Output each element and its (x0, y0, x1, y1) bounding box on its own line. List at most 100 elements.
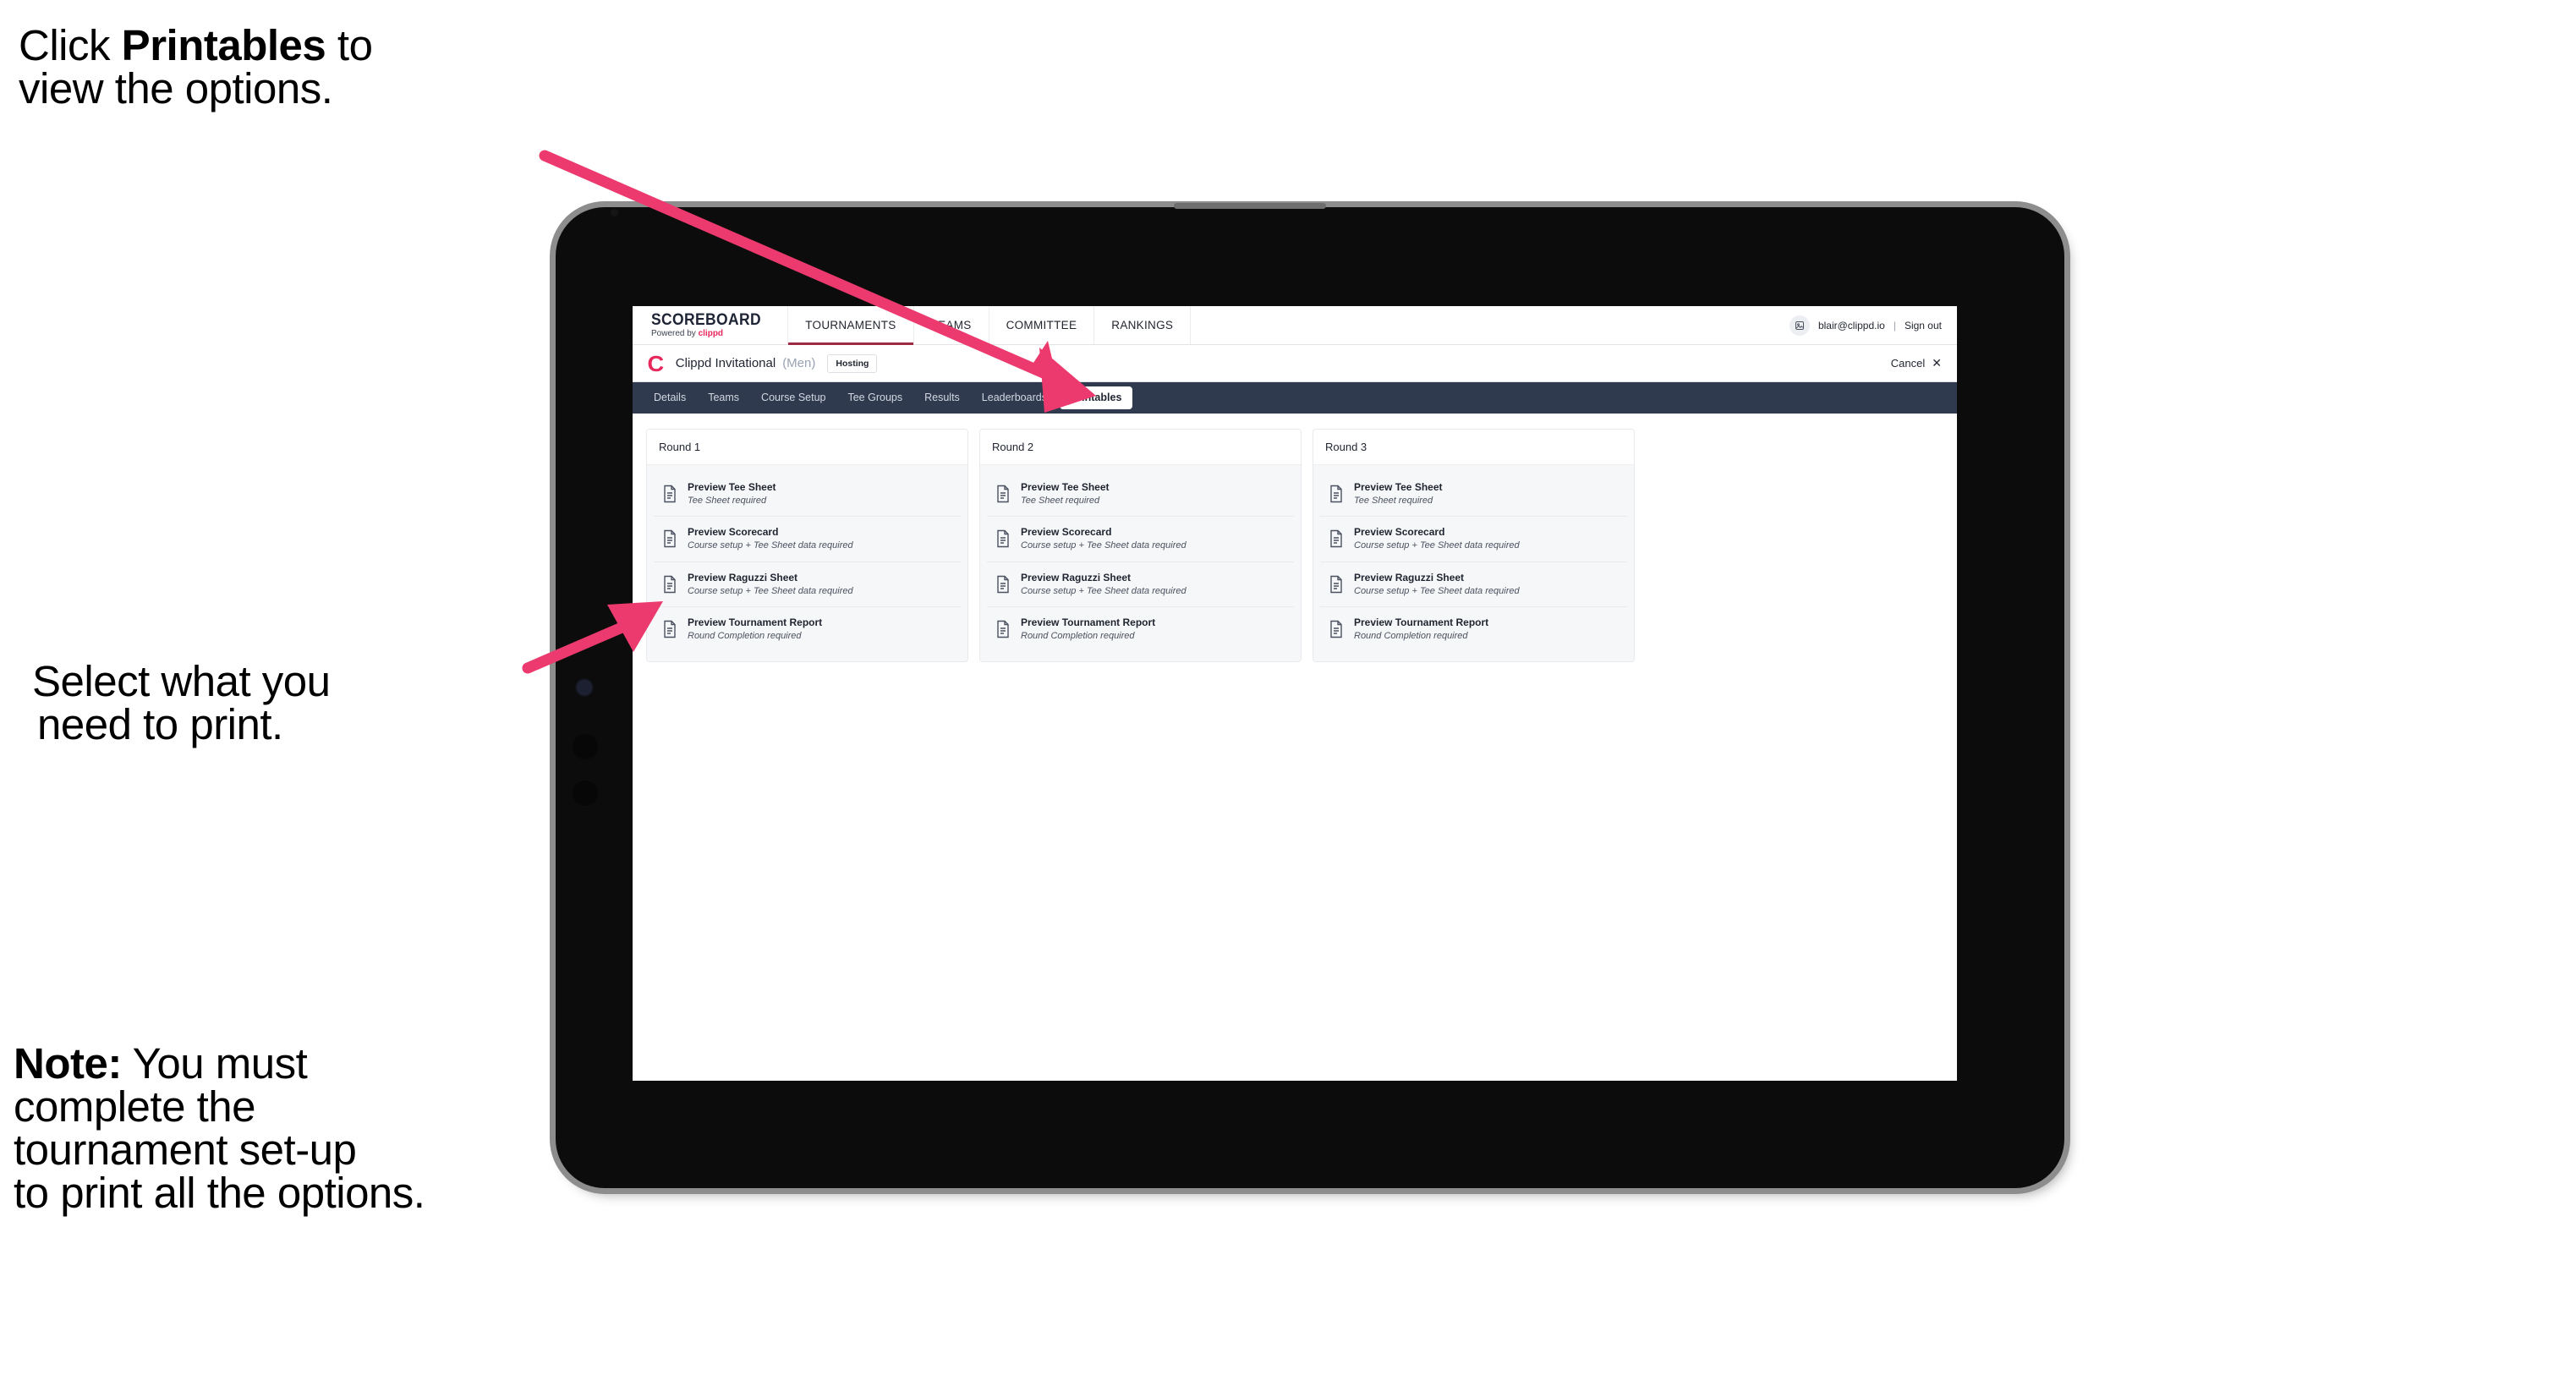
printable-item[interactable]: Preview Tee Sheet Tee Sheet required (654, 472, 961, 518)
annotation-top-pre: Click (19, 21, 122, 69)
printable-item[interactable]: Preview Raguzzi Sheet Course setup + Tee… (987, 562, 1294, 607)
tournament-gender: (Men) (782, 356, 816, 370)
tab-results[interactable]: Results (915, 388, 969, 408)
tablet-button-lower[interactable] (573, 781, 598, 806)
printable-item-title: Preview Scorecard (1021, 526, 1112, 539)
printable-item-title: Preview Raguzzi Sheet (1354, 571, 1465, 583)
nav-item-teams[interactable]: TEAMS (914, 306, 989, 344)
cancel-button[interactable]: Cancel ✕ (1891, 356, 1942, 370)
document-icon (995, 620, 1011, 638)
brand-subtitle: Powered by clippd (651, 330, 770, 338)
nav-item-committee-label: COMMITTEE (1006, 319, 1077, 331)
document-icon (662, 575, 677, 594)
printable-item[interactable]: Preview Tee Sheet Tee Sheet required (1320, 472, 1627, 518)
printable-item[interactable]: Preview Tournament Report Round Completi… (987, 607, 1294, 651)
printable-item-title: Preview Scorecard (1354, 526, 1445, 539)
printable-item-text: Preview Tee Sheet Tee Sheet required (688, 481, 776, 507)
page-root: Click Printables to view the options. Se… (0, 0, 2576, 1386)
annotation-select-print: Select what you need to print. (25, 660, 550, 746)
printable-item-text: Preview Scorecard Course setup + Tee She… (1354, 527, 1520, 551)
printable-item-title: Preview Tournament Report (688, 616, 823, 628)
tab-printables[interactable]: Printables (1059, 386, 1133, 409)
scoreboard-logo: SCOREBOARD Powered by clippd (633, 306, 789, 344)
tab-details-label: Details (654, 392, 687, 404)
printable-item-title: Preview Tee Sheet (1354, 481, 1443, 493)
tablet-top-dot (611, 209, 618, 216)
printable-item-requirement: Tee Sheet required (1021, 496, 1100, 507)
tournament-name: Clippd Invitational (675, 356, 776, 370)
account-area: blair@clippd.io | Sign out (1789, 306, 1957, 344)
nav-item-rankings[interactable]: RANKINGS (1094, 306, 1192, 344)
user-avatar-icon[interactable] (1789, 315, 1810, 336)
printable-item-text: Preview Tee Sheet Tee Sheet required (1021, 481, 1110, 507)
tournament-subheader: C Clippd Invitational (Men) Hosting Canc… (633, 345, 1957, 382)
round-items: Preview Tee Sheet Tee Sheet required Pre… (980, 465, 1301, 662)
annotation-top-bold: Printables (121, 21, 326, 69)
tab-teams[interactable]: Teams (699, 388, 748, 408)
round-column: Round 3 Preview Tee Sheet Tee Sheet requ… (1313, 429, 1635, 663)
annotation-note-rest: You must (121, 1039, 308, 1087)
printable-item-title: Preview Tee Sheet (1021, 481, 1110, 493)
tab-tee-groups-label: Tee Groups (847, 392, 903, 404)
printable-item[interactable]: Preview Tee Sheet Tee Sheet required (987, 472, 1294, 518)
printable-item-requirement: Course setup + Tee Sheet data required (1021, 540, 1187, 551)
printable-item-text: Preview Raguzzi Sheet Course setup + Tee… (1354, 572, 1520, 596)
printable-item[interactable]: Preview Scorecard Course setup + Tee She… (654, 517, 961, 562)
annotation-note-bold: Note: (14, 1039, 122, 1087)
tablet-button-upper[interactable] (573, 734, 598, 759)
annotation-mid-line2: need to print. (37, 700, 283, 748)
annotation-top-post: to (326, 21, 373, 69)
printable-item-requirement: Tee Sheet required (688, 496, 767, 507)
app-screen: SCOREBOARD Powered by clippd TOURNAMENTS… (633, 306, 1957, 1081)
sign-out-link[interactable]: Sign out (1905, 320, 1942, 331)
brand-title: SCOREBOARD (651, 311, 761, 329)
document-icon (1329, 620, 1344, 638)
printable-item-title: Preview Tournament Report (1021, 616, 1156, 628)
round-title: Round 2 (980, 430, 1301, 465)
printable-item[interactable]: Preview Scorecard Course setup + Tee She… (987, 517, 1294, 562)
nav-item-tournaments[interactable]: TOURNAMENTS (788, 306, 914, 345)
tab-course-setup-label: Course Setup (761, 392, 826, 404)
document-icon (1329, 485, 1344, 503)
tab-details[interactable]: Details (644, 388, 695, 408)
printable-item-requirement: Round Completion required (1354, 631, 1468, 642)
tab-course-setup[interactable]: Course Setup (752, 388, 835, 408)
printable-item[interactable]: Preview Raguzzi Sheet Course setup + Tee… (654, 562, 961, 607)
document-icon (662, 529, 677, 548)
top-navigation-bar: SCOREBOARD Powered by clippd TOURNAMENTS… (633, 306, 1957, 345)
printable-item-requirement: Course setup + Tee Sheet data required (688, 585, 853, 596)
document-icon (995, 575, 1011, 594)
document-icon (662, 620, 677, 638)
document-icon (1329, 575, 1344, 594)
printable-item-requirement: Round Completion required (1021, 631, 1135, 642)
printable-item[interactable]: Preview Tournament Report Round Completi… (1320, 607, 1627, 651)
printable-item[interactable]: Preview Scorecard Course setup + Tee She… (1320, 517, 1627, 562)
round-title: Round 1 (647, 430, 967, 465)
clippd-c-logo: C (647, 350, 665, 376)
brand-sub-clippd: clippd (698, 329, 724, 338)
printable-item-text: Preview Scorecard Course setup + Tee She… (1021, 527, 1187, 551)
tablet-device-frame: SCOREBOARD Powered by clippd TOURNAMENTS… (556, 203, 2064, 1188)
annotation-mid-line1: Select what you (32, 657, 331, 705)
brand-sub-prefix: Powered by (651, 329, 699, 338)
nav-item-committee[interactable]: COMMITTEE (989, 306, 1095, 344)
printable-item-text: Preview Raguzzi Sheet Course setup + Tee… (1021, 572, 1187, 596)
printable-item-requirement: Course setup + Tee Sheet data required (1354, 540, 1520, 551)
hosting-badge: Hosting (827, 353, 878, 373)
account-separator: | (1893, 319, 1896, 331)
close-icon: ✕ (1932, 356, 1942, 370)
nav-item-rankings-label: RANKINGS (1111, 319, 1174, 331)
tab-leaderboards[interactable]: Leaderboards (973, 388, 1056, 408)
tournament-tab-strip: Details Teams Course Setup Tee Groups Re… (633, 382, 1957, 414)
tablet-speaker-grille (1173, 203, 1326, 209)
tab-tee-groups[interactable]: Tee Groups (838, 388, 912, 408)
printable-item-title: Preview Raguzzi Sheet (688, 571, 798, 583)
printables-board: Round 1 Preview Tee Sheet Tee Sheet requ… (633, 414, 1957, 1081)
cancel-label: Cancel (1890, 357, 1926, 370)
printable-item[interactable]: Preview Raguzzi Sheet Course setup + Tee… (1320, 562, 1627, 607)
round-title: Round 3 (1313, 430, 1634, 465)
printable-item[interactable]: Preview Tournament Report Round Completi… (654, 607, 961, 651)
printable-item-text: Preview Raguzzi Sheet Course setup + Tee… (688, 572, 853, 596)
printable-item-text: Preview Scorecard Course setup + Tee She… (688, 527, 853, 551)
document-icon (662, 485, 677, 503)
